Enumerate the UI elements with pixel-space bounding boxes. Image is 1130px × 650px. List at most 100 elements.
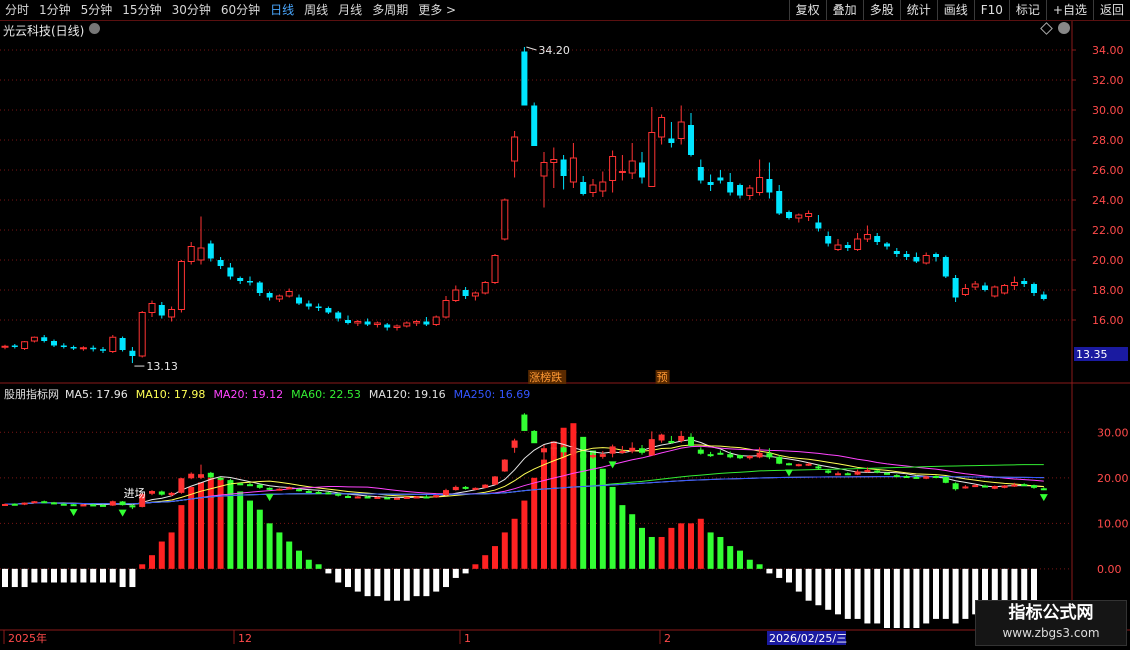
candle-body — [501, 199, 509, 240]
candle-body — [913, 257, 920, 262]
oscillator-bar — [60, 568, 67, 583]
osc-candle-body — [325, 492, 332, 495]
oscillator-bar — [247, 500, 253, 569]
price-tick-label: 24.00 — [1092, 194, 1124, 207]
down-arrow-icon — [265, 494, 274, 502]
oscillator-bar — [619, 505, 626, 569]
candle-body — [462, 290, 469, 296]
candle-body — [521, 51, 528, 106]
ma-label-5: MA250: 16.69 — [453, 387, 531, 401]
chevron-down-icon[interactable] — [89, 23, 100, 34]
ma-line-MA5 — [4, 439, 1044, 506]
osc-candle-body — [648, 439, 655, 456]
oscillator-bar — [315, 564, 322, 569]
candle-body — [481, 282, 489, 294]
oscillator-bar — [609, 486, 616, 569]
info-bubble-icon[interactable] — [1058, 22, 1070, 34]
candle-body — [354, 321, 362, 324]
ma-label-3: MA60: 22.53 — [291, 387, 361, 401]
candle-body — [982, 285, 988, 290]
candle-body — [795, 214, 803, 219]
candle-body — [756, 177, 764, 193]
candle-body — [177, 261, 185, 310]
oscillator-bar — [296, 550, 302, 569]
candle-body — [580, 182, 587, 194]
osc-candle-body — [492, 476, 498, 485]
x-axis-label: 2 — [664, 632, 671, 645]
osc-candle-body — [198, 474, 204, 478]
osc-candle-body — [100, 504, 106, 507]
osc-candle-body — [354, 496, 361, 499]
candle-body — [158, 305, 165, 316]
candle-body — [942, 257, 949, 277]
candle-body — [609, 156, 617, 181]
oscillator-bar — [688, 523, 694, 569]
candle-body — [805, 213, 813, 217]
candle-body — [874, 236, 881, 242]
oscillator-bar — [854, 568, 861, 619]
price-tick-label: 18.00 — [1092, 284, 1124, 297]
oscillator-bar — [746, 559, 753, 569]
osc-candle-body — [70, 504, 77, 507]
x-axis-label: 1 — [464, 632, 471, 645]
high-price-label: 34.20 — [538, 44, 570, 57]
price-tick-label: 16.00 — [1092, 314, 1124, 327]
oscillator-bar — [80, 568, 87, 583]
oscillator-bar — [90, 568, 97, 583]
oscillator-bar — [237, 491, 244, 569]
osc-candle-body — [315, 491, 322, 494]
candle-body — [628, 160, 636, 174]
candle-body — [335, 312, 342, 319]
oscillator-bar — [599, 468, 606, 569]
osc-tick-label: 20.00 — [1097, 472, 1129, 485]
price-tick-label: 30.00 — [1092, 104, 1124, 117]
osc-candle-body — [266, 487, 273, 490]
candle-body — [1001, 285, 1009, 294]
osc-candle-body — [207, 472, 214, 478]
oscillator-bar — [717, 536, 724, 569]
osc-candle-body — [795, 464, 802, 467]
indicator-name[interactable]: 股朋指标网 — [4, 386, 59, 402]
candle-body — [51, 341, 57, 346]
candle-body — [432, 316, 440, 325]
osc-candle-body — [599, 454, 606, 457]
osc-candle-body — [2, 503, 8, 506]
candle-body — [325, 308, 332, 313]
candle-body — [187, 246, 195, 262]
oscillator-bar — [697, 518, 704, 569]
candle-body — [364, 321, 371, 325]
osc-candle-body — [766, 453, 773, 458]
oscillator-bar — [942, 568, 949, 619]
candle-body — [697, 167, 704, 181]
candle-body — [423, 321, 430, 325]
oscillator-bar — [766, 568, 773, 574]
osc-candle-body — [276, 488, 283, 491]
osc-candle-body — [786, 463, 792, 466]
ma-line-MA250 — [4, 476, 1044, 505]
oscillator-bar — [678, 523, 685, 569]
low-price-label: 13.13 — [146, 360, 178, 373]
chart-area[interactable]: 34.0032.0030.0028.0026.0024.0022.0020.00… — [0, 0, 1130, 650]
oscillator-bar — [452, 568, 459, 578]
candle-body — [207, 243, 214, 259]
candle-body — [766, 179, 773, 193]
candle-body — [79, 347, 87, 350]
candle-body — [168, 309, 176, 318]
ma-label-0: MA5: 17.96 — [65, 387, 128, 401]
osc-candle-body — [80, 504, 87, 507]
candle-body — [971, 283, 979, 288]
osc-candle-body — [413, 496, 420, 499]
osc-candle-body — [443, 490, 449, 496]
oscillator-bar — [403, 568, 410, 601]
cursor-date-label: 2026/02/25/三 — [769, 632, 847, 645]
oscillator-bar — [786, 568, 792, 583]
candle-body — [550, 159, 558, 163]
candle-body — [266, 293, 273, 298]
osc-candle-body — [521, 414, 528, 431]
watermark-title: 指标公式网 — [1008, 603, 1094, 623]
oscillator-bar — [198, 482, 204, 569]
osc-candle-body — [452, 486, 459, 491]
candle-body — [70, 347, 77, 349]
oscillator-bar — [531, 477, 538, 569]
oscillator-bar — [178, 505, 185, 569]
